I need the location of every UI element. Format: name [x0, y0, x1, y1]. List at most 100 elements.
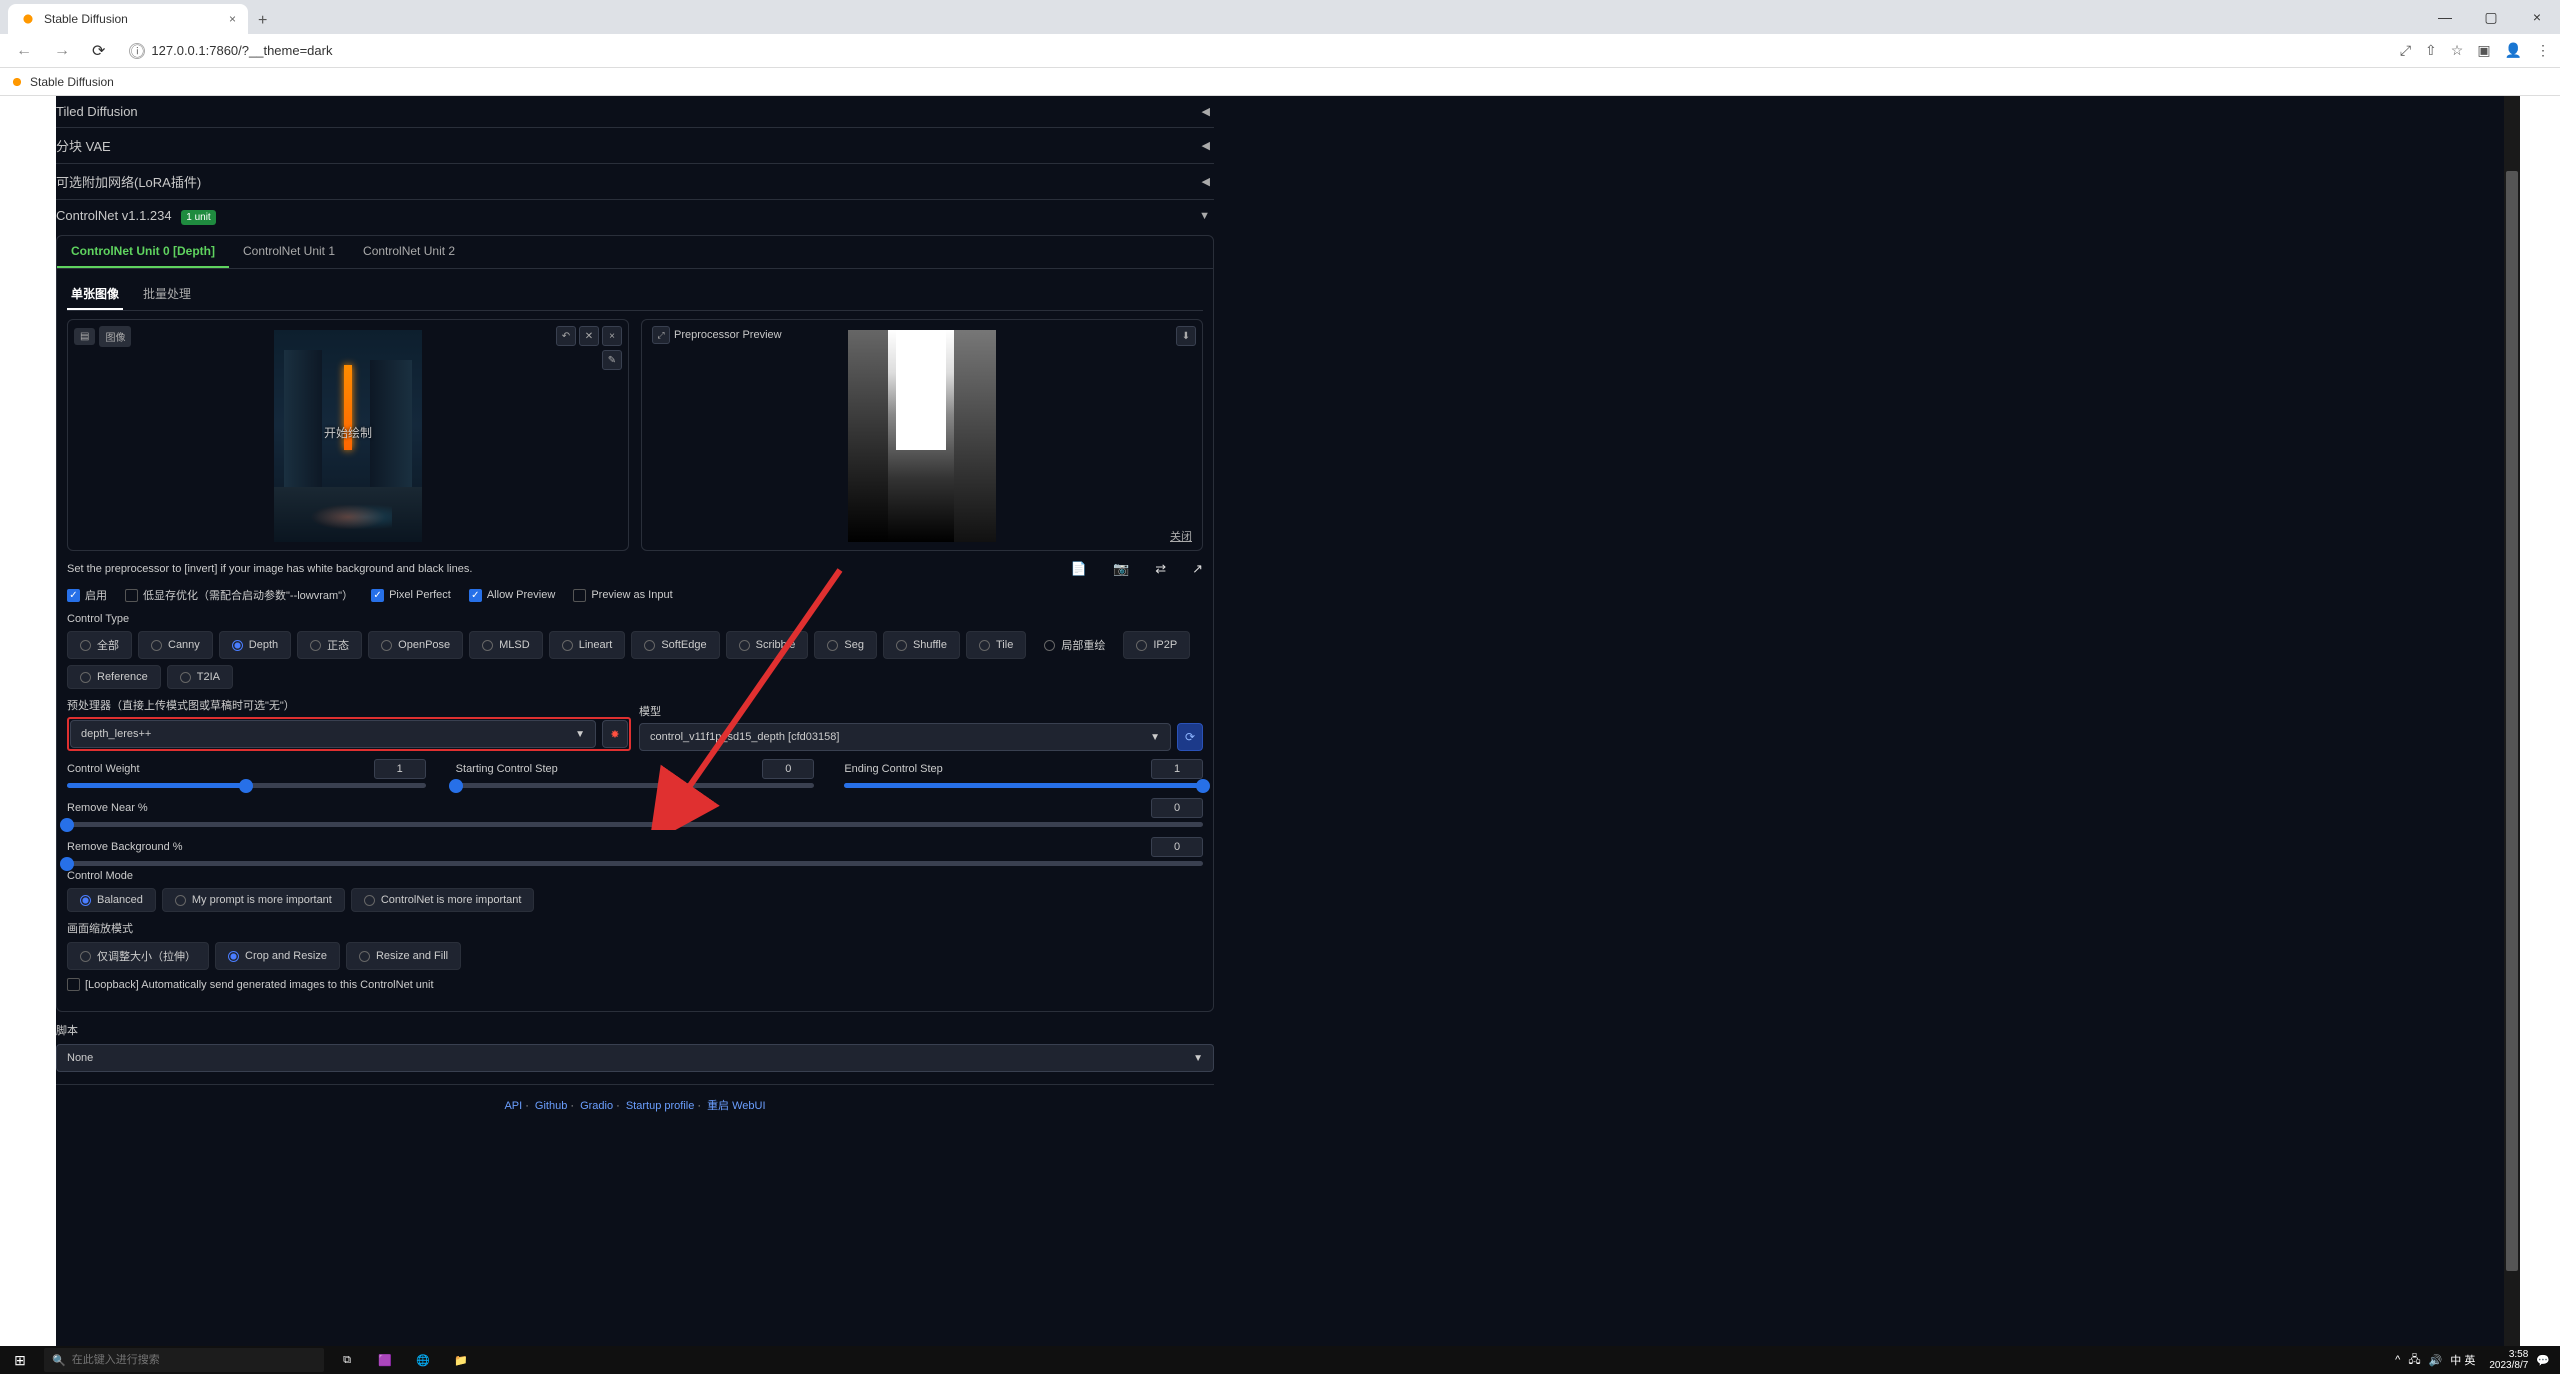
address-bar[interactable]: ⓘ 127.0.0.1:7860/?__theme=dark — [121, 43, 2389, 59]
undo-icon[interactable]: ↶ — [556, 326, 576, 346]
site-info-icon[interactable]: ⓘ — [129, 43, 145, 59]
edit-icon[interactable]: ✎ — [602, 350, 622, 370]
taskbar-app-1[interactable]: 🟪 — [366, 1346, 404, 1374]
window-maximize-icon[interactable]: ▢ — [2468, 0, 2514, 34]
control-type-softedge[interactable]: SoftEdge — [631, 631, 719, 659]
task-view-icon[interactable]: ⧉ — [328, 1346, 366, 1374]
send-icon[interactable]: ↗ — [1192, 561, 1203, 577]
taskbar-search[interactable]: 🔍 — [44, 1348, 324, 1372]
window-close-icon[interactable]: × — [2514, 0, 2560, 34]
nav-reload-icon[interactable]: ⟳ — [86, 41, 111, 61]
run-preprocessor-button[interactable]: ✸ — [602, 720, 628, 748]
control-mode-prompt[interactable]: My prompt is more important — [162, 888, 345, 912]
slider-remove-near[interactable] — [67, 822, 1203, 827]
preprocessor-dropdown[interactable]: depth_leres++▼ — [70, 720, 596, 748]
checkbox-allow-preview[interactable]: Allow Preview — [469, 589, 555, 602]
footer-startup[interactable]: Startup profile — [626, 1100, 694, 1112]
cn-unit-tab-2[interactable]: ControlNet Unit 2 — [349, 236, 469, 268]
footer-gradio[interactable]: Gradio — [580, 1100, 613, 1112]
checkbox-pixel-perfect[interactable]: Pixel Perfect — [371, 589, 451, 602]
script-dropdown[interactable]: None▼ — [56, 1044, 1214, 1072]
taskbar-explorer-icon[interactable]: 📁 — [442, 1346, 480, 1374]
tray-volume-icon[interactable]: 🔊 — [2429, 1354, 2443, 1367]
footer-github[interactable]: Github — [535, 1100, 567, 1112]
subtab-single[interactable]: 单张图像 — [67, 279, 123, 310]
start-button[interactable]: ⊞ — [0, 1346, 40, 1374]
refresh-models-button[interactable]: ⟳ — [1177, 723, 1203, 751]
control-type-inpaint[interactable]: 局部重绘 — [1032, 631, 1117, 659]
slider-end-value[interactable]: 1 — [1151, 759, 1203, 779]
bookmark-link[interactable]: Stable Diffusion — [30, 75, 114, 89]
accordion-controlnet[interactable]: ControlNet v1.1.234 1 unit ▼ — [56, 199, 1214, 231]
control-type-lineart[interactable]: Lineart — [549, 631, 626, 659]
control-type-canny[interactable]: Canny — [138, 631, 213, 659]
tray-notifications-icon[interactable]: 💬 — [2536, 1354, 2550, 1367]
checkbox-lowvram[interactable]: 低显存优化（需配合启动参数"--lowvram"） — [125, 587, 353, 603]
slider-end[interactable] — [844, 783, 1203, 788]
browser-tab[interactable]: Stable Diffusion × — [8, 4, 248, 34]
resize-mode-fill[interactable]: Resize and Fill — [346, 942, 461, 970]
model-dropdown[interactable]: control_v11f1p_sd15_depth [cfd03158]▼ — [639, 723, 1171, 751]
control-type-reference[interactable]: Reference — [67, 665, 161, 689]
slider-weight-value[interactable]: 1 — [374, 759, 426, 779]
swap-icon[interactable]: ⇄ — [1155, 561, 1166, 577]
subtab-batch[interactable]: 批量处理 — [139, 279, 195, 310]
preview-close-button[interactable]: 关闭 — [1170, 528, 1192, 544]
slider-start[interactable] — [456, 783, 815, 788]
resize-mode-just[interactable]: 仅调整大小（拉伸） — [67, 942, 209, 970]
slider-remove-bg[interactable] — [67, 861, 1203, 866]
checkbox-enable[interactable]: 启用 — [67, 587, 107, 603]
profile-icon[interactable]: 👤 — [2505, 42, 2522, 59]
tab-close-icon[interactable]: × — [229, 12, 236, 26]
nav-back-icon[interactable]: ← — [10, 42, 38, 60]
camera-icon[interactable]: 📷 — [1113, 561, 1129, 577]
share-icon[interactable]: ⇧ — [2425, 42, 2437, 59]
resize-mode-crop[interactable]: Crop and Resize — [215, 942, 340, 970]
extensions-icon[interactable]: ▣ — [2477, 42, 2490, 59]
tray-ime[interactable]: 中 英 — [2450, 1352, 2475, 1368]
checkbox-preview-as-input[interactable]: Preview as Input — [573, 589, 672, 602]
control-type-normal[interactable]: 正态 — [297, 631, 362, 659]
slider-start-value[interactable]: 0 — [762, 759, 814, 779]
checkbox-loopback[interactable]: [Loopback] Automatically send generated … — [67, 978, 434, 991]
control-type-tile[interactable]: Tile — [966, 631, 1026, 659]
tray-network-icon[interactable]: 🖧 — [2408, 1351, 2420, 1370]
control-type-depth[interactable]: Depth — [219, 631, 291, 659]
control-mode-balanced[interactable]: Balanced — [67, 888, 156, 912]
cn-unit-tab-1[interactable]: ControlNet Unit 1 — [229, 236, 349, 268]
control-mode-controlnet[interactable]: ControlNet is more important — [351, 888, 535, 912]
control-type-all[interactable]: 全部 — [67, 631, 132, 659]
taskbar-chrome-icon[interactable]: 🌐 — [404, 1346, 442, 1374]
page-scrollbar[interactable] — [2504, 96, 2520, 1346]
translate-icon[interactable]: ⤢ — [2400, 42, 2411, 59]
footer-reload[interactable]: 重启 WebUI — [707, 1100, 765, 1112]
slider-weight[interactable] — [67, 783, 426, 788]
new-tab-button[interactable]: + — [248, 8, 277, 34]
accordion-lora[interactable]: 可选附加网络(LoRA插件) ◀ — [56, 163, 1214, 199]
control-type-seg[interactable]: Seg — [814, 631, 877, 659]
accordion-tiled-diffusion[interactable]: Tiled Diffusion ◀ — [56, 96, 1214, 127]
slider-bg-value[interactable]: 0 — [1151, 837, 1203, 857]
control-type-scribble[interactable]: Scribble — [726, 631, 809, 659]
bookmark-icon[interactable]: ☆ — [2451, 42, 2464, 59]
footer-api[interactable]: API — [504, 1100, 522, 1112]
control-type-t2ia[interactable]: T2IA — [167, 665, 233, 689]
control-type-shuffle[interactable]: Shuffle — [883, 631, 960, 659]
accordion-tiled-vae[interactable]: 分块 VAE ◀ — [56, 127, 1214, 163]
clear-icon[interactable]: ✕ — [579, 326, 599, 346]
remove-icon[interactable]: × — [602, 326, 622, 346]
control-type-mlsd[interactable]: MLSD — [469, 631, 543, 659]
taskbar-clock[interactable]: 3:58 2023/8/7 — [2483, 1349, 2528, 1371]
control-type-ip2p[interactable]: IP2P — [1123, 631, 1190, 659]
window-minimize-icon[interactable]: — — [2422, 0, 2468, 34]
tray-expand-icon[interactable]: ^ — [2395, 1354, 2400, 1366]
input-image-pane[interactable]: ▤ 图像 ↶ ✕ × ✎ — [67, 319, 629, 551]
slider-near-value[interactable]: 0 — [1151, 798, 1203, 818]
copy-icon[interactable]: 📄 — [1071, 561, 1087, 577]
taskbar-search-input[interactable] — [72, 1354, 316, 1366]
cn-unit-tab-0[interactable]: ControlNet Unit 0 [Depth] — [57, 236, 229, 268]
preview-fullscreen-icon[interactable]: ⤢ — [652, 326, 670, 344]
control-type-openpose[interactable]: OpenPose — [368, 631, 463, 659]
menu-icon[interactable]: ⋮ — [2536, 42, 2550, 59]
download-icon[interactable]: ⬇ — [1176, 326, 1196, 346]
